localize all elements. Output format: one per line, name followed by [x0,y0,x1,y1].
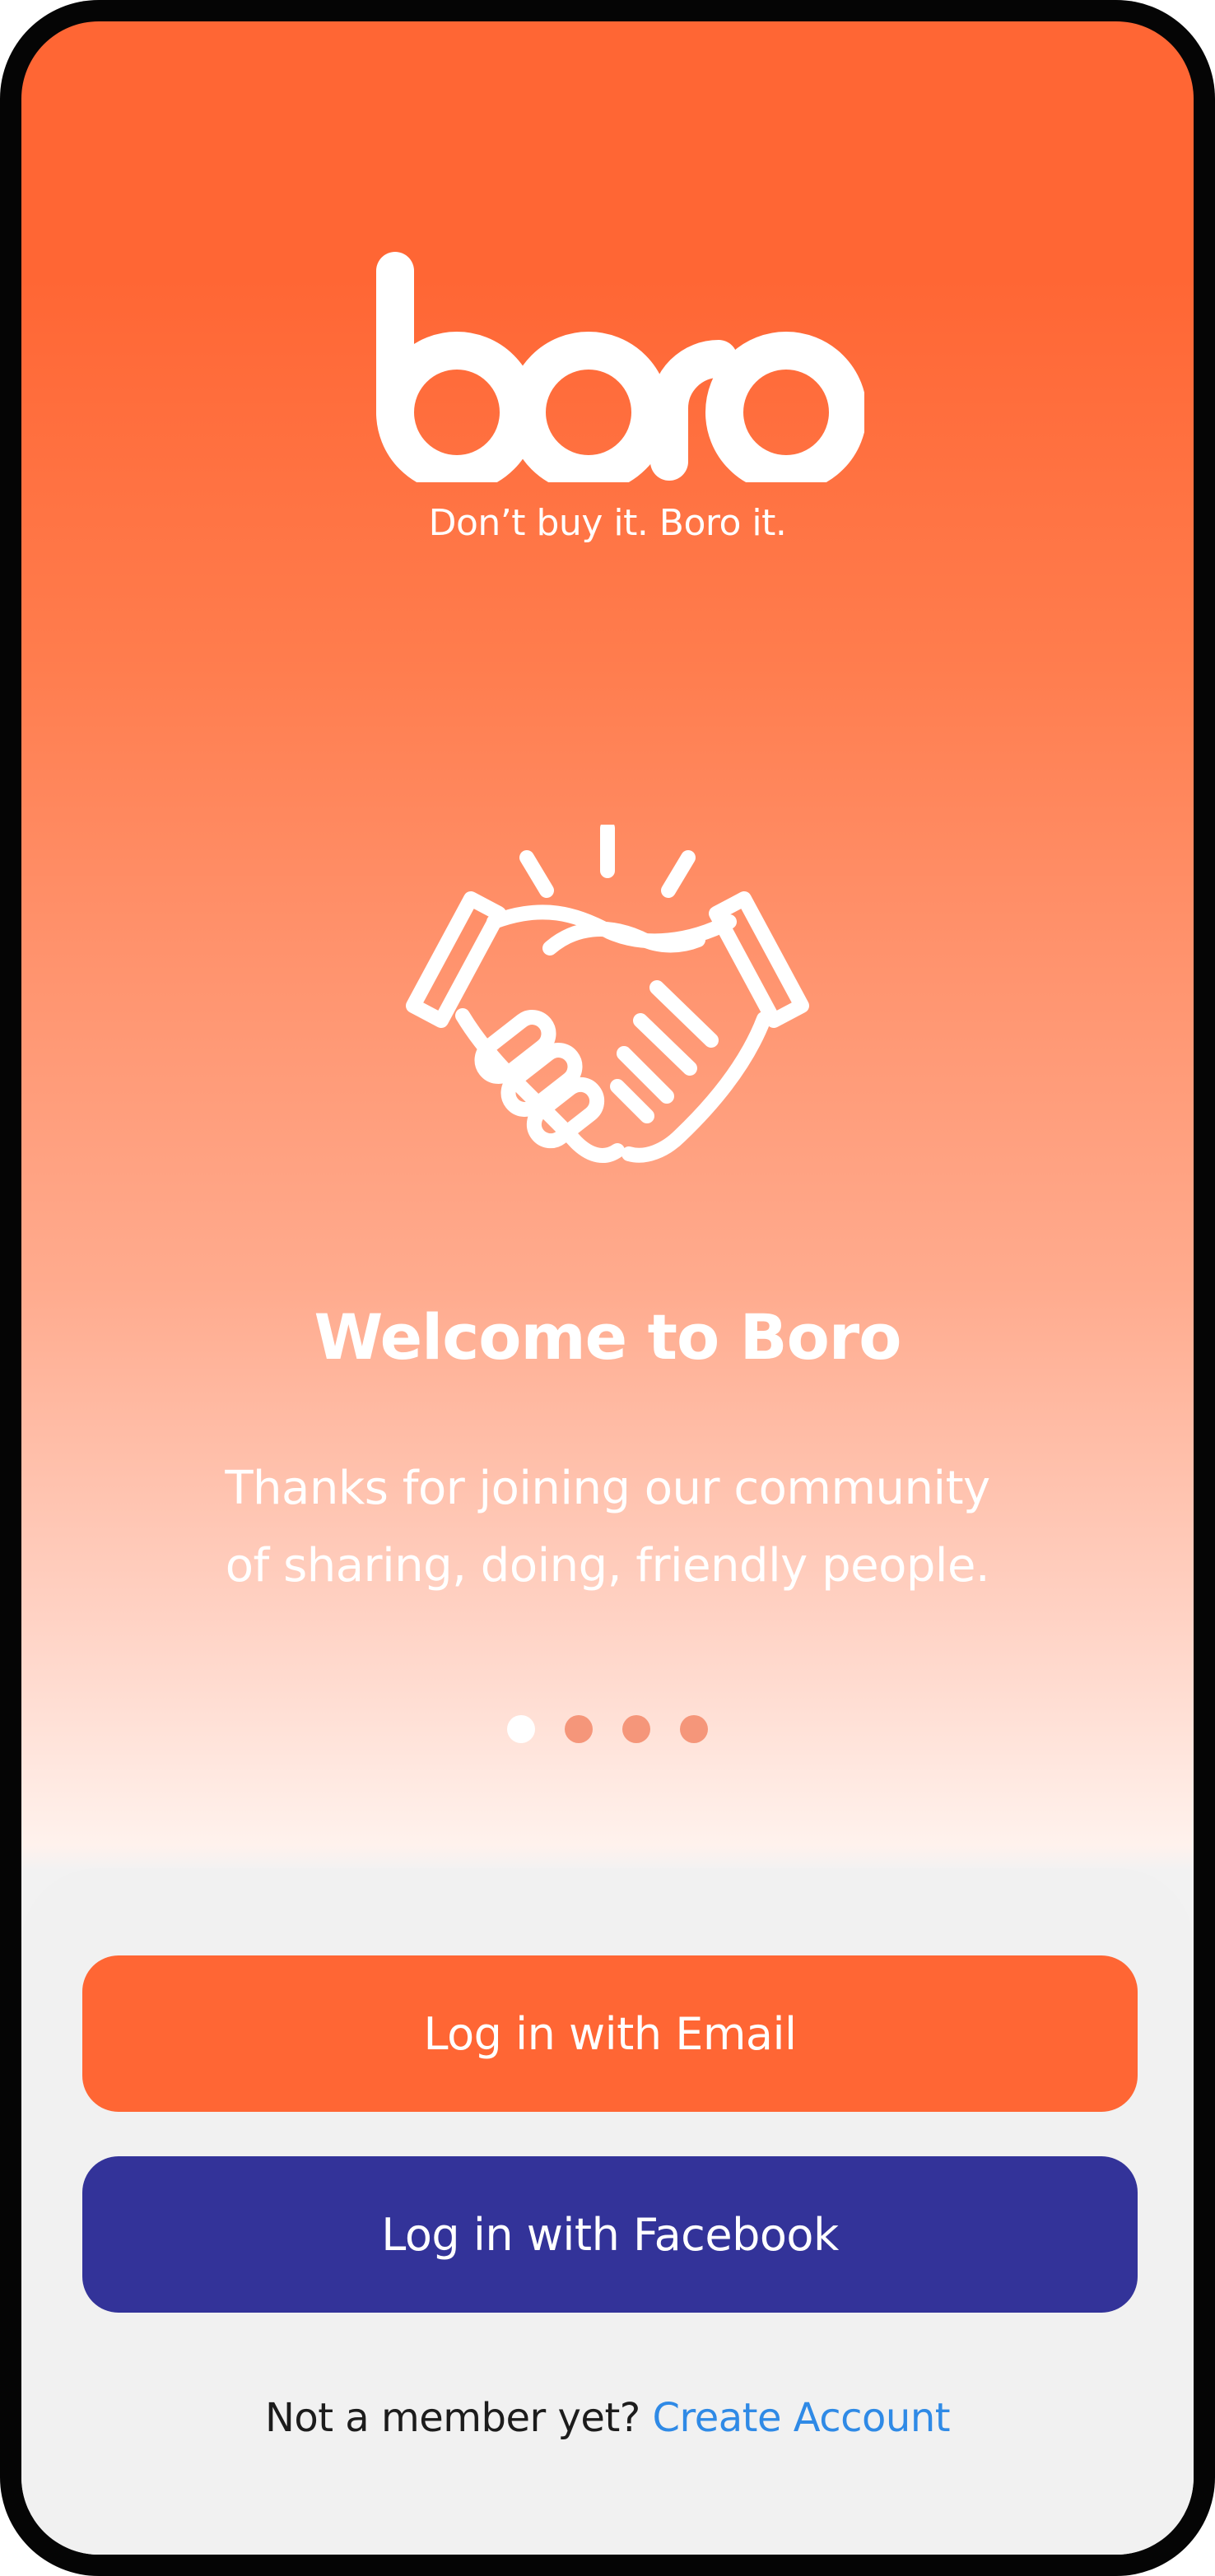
pager-dot-1[interactable] [507,1715,535,1743]
pager-dot-3[interactable] [622,1715,650,1743]
login-email-button[interactable]: Log in with Email [82,1955,1138,2112]
welcome-title: Welcome to Boro [314,1300,901,1374]
signup-prompt-row: Not a member yet? Create Account [21,2395,1194,2441]
welcome-description-line-1: Thanks for joining our community [225,1462,990,1515]
login-actions-panel: Log in with Email Log in with Facebook N… [21,1868,1194,2555]
pager-dot-4[interactable] [680,1715,708,1743]
app-tagline: Don’t buy it. Boro it. [428,502,787,544]
pager-dot-2[interactable] [565,1715,593,1743]
handshake-icon [406,825,809,1163]
phone-frame: Don’t buy it. Boro it. Welcome to Boro T… [0,0,1215,2576]
signup-prompt-text: Not a member yet? [264,2395,640,2441]
welcome-screen: Don’t buy it. Boro it. Welcome to Boro T… [21,21,1194,2555]
onboarding-pager [21,1715,1194,1743]
welcome-description-line-2: of sharing, doing, friendly people. [225,1539,990,1593]
boro-logo [376,252,864,482]
create-account-link[interactable]: Create Account [653,2395,951,2441]
welcome-description: Thanks for joining our community of shar… [137,1450,1078,1605]
login-facebook-button[interactable]: Log in with Facebook [82,2156,1138,2313]
